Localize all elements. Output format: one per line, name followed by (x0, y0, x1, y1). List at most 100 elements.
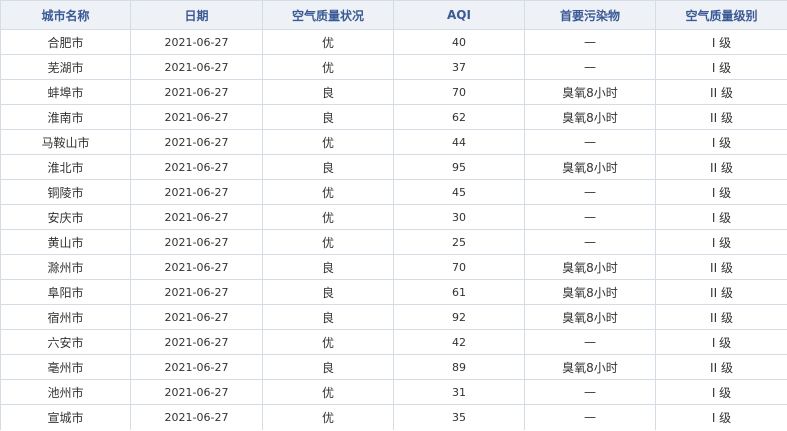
table-row: 铜陵市 2021-06-27 优 45— I 级 (0, 179, 787, 205)
city-cell: 滁州市 (0, 254, 131, 280)
primary-pollutant-cell: 臭氧8小时 (524, 79, 656, 105)
quality-level-cell: I 级 (655, 329, 787, 355)
primary-pollutant-cell: 臭氧8小时 (524, 304, 656, 330)
date-cell: 2021-06-27 (130, 29, 263, 55)
header-quality-level: 空气质量级别 (655, 0, 787, 30)
aqi-cell: 45 (393, 179, 525, 205)
quality-status-cell: 优 (262, 29, 394, 55)
table-row: 淮南市 2021-06-27 良 62 臭氧8小时 II 级 (0, 104, 787, 130)
table-row: 合肥市 2021-06-27 优 40— I 级 (0, 29, 787, 55)
date-cell: 2021-06-27 (130, 54, 263, 80)
quality-status-cell: 优 (262, 379, 394, 405)
primary-pollutant-cell: 臭氧8小时 (524, 354, 656, 380)
date-cell: 2021-06-27 (130, 404, 263, 430)
date-cell: 2021-06-27 (130, 179, 263, 205)
date-cell: 2021-06-27 (130, 104, 263, 130)
primary-pollutant-cell: 臭氧8小时 (524, 104, 656, 130)
quality-status-cell: 优 (262, 204, 394, 230)
primary-pollutant-cell: — (524, 379, 656, 405)
city-cell: 淮北市 (0, 154, 131, 180)
quality-level-cell: II 级 (655, 104, 787, 130)
aqi-cell: 44 (393, 129, 525, 155)
city-cell: 阜阳市 (0, 279, 131, 305)
quality-level-cell: I 级 (655, 129, 787, 155)
date-cell: 2021-06-27 (130, 154, 263, 180)
primary-pollutant-cell: — (524, 179, 656, 205)
table-row: 滁州市 2021-06-27 良 70 臭氧8小时 II 级 (0, 254, 787, 280)
table-row: 池州市 2021-06-27 优 31— I 级 (0, 379, 787, 405)
quality-level-cell: I 级 (655, 29, 787, 55)
quality-level-cell: I 级 (655, 404, 787, 430)
primary-pollutant-cell: — (524, 129, 656, 155)
table-row: 宣城市 2021-06-27 优 35— I 级 (0, 404, 787, 430)
quality-status-cell: 优 (262, 329, 394, 355)
aqi-cell: 89 (393, 354, 525, 380)
table-row: 亳州市 2021-06-27 良 89 臭氧8小时 II 级 (0, 354, 787, 380)
aqi-cell: 42 (393, 329, 525, 355)
table-row: 安庆市 2021-06-27 优 30— I 级 (0, 204, 787, 230)
city-cell: 宿州市 (0, 304, 131, 330)
header-aqi: AQI (393, 0, 525, 30)
quality-level-cell: II 级 (655, 154, 787, 180)
city-cell: 亳州市 (0, 354, 131, 380)
primary-pollutant-cell: — (524, 229, 656, 255)
aqi-cell: 70 (393, 79, 525, 105)
city-cell: 芜湖市 (0, 54, 131, 80)
date-cell: 2021-06-27 (130, 379, 263, 405)
city-cell: 淮南市 (0, 104, 131, 130)
aqi-cell: 62 (393, 104, 525, 130)
quality-level-cell: II 级 (655, 79, 787, 105)
quality-level-cell: I 级 (655, 204, 787, 230)
table-row: 马鞍山市 2021-06-27 优 44— I 级 (0, 129, 787, 155)
table-row: 黄山市 2021-06-27 优 25— I 级 (0, 229, 787, 255)
quality-status-cell: 良 (262, 354, 394, 380)
quality-status-cell: 良 (262, 154, 394, 180)
primary-pollutant-cell: — (524, 54, 656, 80)
table-row: 淮北市 2021-06-27 良 95 臭氧8小时 II 级 (0, 154, 787, 180)
primary-pollutant-cell: 臭氧8小时 (524, 254, 656, 280)
date-cell: 2021-06-27 (130, 304, 263, 330)
primary-pollutant-cell: — (524, 404, 656, 430)
table-row: 阜阳市 2021-06-27 良 61 臭氧8小时 II 级 (0, 279, 787, 305)
quality-level-cell: I 级 (655, 54, 787, 80)
aqi-cell: 37 (393, 54, 525, 80)
city-cell: 宣城市 (0, 404, 131, 430)
table-header: 城市名称 日期 空气质量状况 AQI 首要污染物 空气质量级别 (0, 0, 787, 30)
table-body: 合肥市 2021-06-27 优 40— I 级芜湖市 2021-06-27 优 37— I 级… (0, 29, 787, 430)
date-cell: 2021-06-27 (130, 79, 263, 105)
quality-status-cell: 优 (262, 129, 394, 155)
date-cell: 2021-06-27 (130, 129, 263, 155)
primary-pollutant-cell: 臭氧8小时 (524, 154, 656, 180)
primary-pollutant-cell: — (524, 204, 656, 230)
quality-status-cell: 优 (262, 404, 394, 430)
aqi-cell: 25 (393, 229, 525, 255)
quality-level-cell: I 级 (655, 379, 787, 405)
table-row: 蚌埠市 2021-06-27 良 70 臭氧8小时 II 级 (0, 79, 787, 105)
city-cell: 池州市 (0, 379, 131, 405)
header-row: 城市名称 日期 空气质量状况 AQI 首要污染物 空气质量级别 (0, 0, 787, 30)
quality-status-cell: 优 (262, 229, 394, 255)
aqi-cell: 30 (393, 204, 525, 230)
city-cell: 安庆市 (0, 204, 131, 230)
quality-status-cell: 良 (262, 79, 394, 105)
quality-level-cell: II 级 (655, 354, 787, 380)
aqi-cell: 35 (393, 404, 525, 430)
table-row: 宿州市 2021-06-27 良 92 臭氧8小时 II 级 (0, 304, 787, 330)
header-primary-pollutant: 首要污染物 (524, 0, 656, 30)
city-cell: 六安市 (0, 329, 131, 355)
quality-status-cell: 良 (262, 104, 394, 130)
date-cell: 2021-06-27 (130, 279, 263, 305)
city-cell: 蚌埠市 (0, 79, 131, 105)
date-cell: 2021-06-27 (130, 204, 263, 230)
quality-level-cell: II 级 (655, 279, 787, 305)
aqi-cell: 92 (393, 304, 525, 330)
aqi-cell: 70 (393, 254, 525, 280)
date-cell: 2021-06-27 (130, 229, 263, 255)
quality-status-cell: 优 (262, 179, 394, 205)
quality-status-cell: 良 (262, 254, 394, 280)
aqi-table: 城市名称 日期 空气质量状况 AQI 首要污染物 空气质量级别 合肥市 2021-… (0, 0, 787, 430)
city-cell: 黄山市 (0, 229, 131, 255)
primary-pollutant-cell: 臭氧8小时 (524, 279, 656, 305)
date-cell: 2021-06-27 (130, 329, 263, 355)
date-cell: 2021-06-27 (130, 254, 263, 280)
